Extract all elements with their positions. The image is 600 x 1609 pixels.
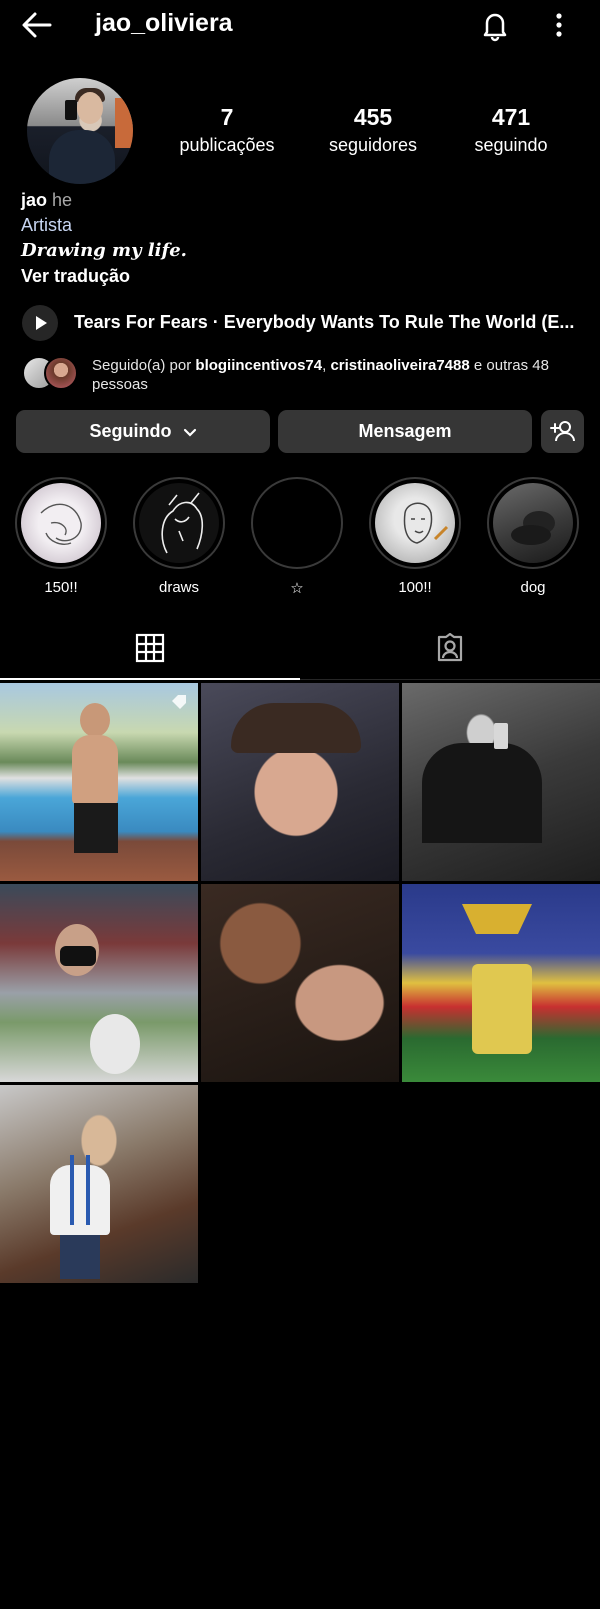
follower-name[interactable]: blogiincentivos74 <box>195 357 322 374</box>
post-thumbnail[interactable] <box>201 884 399 1082</box>
bio-text: Drawing my life. <box>21 240 187 261</box>
post-thumbnail[interactable] <box>0 884 198 1082</box>
tab-tagged[interactable] <box>300 620 600 680</box>
post-thumbnail[interactable] <box>402 884 600 1082</box>
profile-tabs <box>0 620 600 680</box>
stat-following-label: seguindo <box>474 135 548 155</box>
highlight-cover <box>257 483 337 563</box>
highlight-item[interactable]: draws <box>132 477 226 596</box>
stat-following-count: 471 <box>491 104 531 130</box>
add-person-button[interactable] <box>541 410 584 453</box>
top-bar: jao_oliviera <box>0 0 600 50</box>
post-thumbnail[interactable] <box>201 683 399 881</box>
play-icon[interactable] <box>22 305 58 341</box>
highlight-label: 150!! <box>44 579 78 596</box>
highlight-cover <box>375 483 455 563</box>
following-button[interactable]: Seguindo <box>16 410 270 453</box>
highlight-label: ☆ <box>290 580 304 597</box>
profile-username: jao_oliviera <box>95 9 233 37</box>
highlight-item[interactable]: 100!! <box>368 477 462 596</box>
follower-avatar <box>44 356 78 390</box>
post-thumbnail[interactable] <box>402 683 600 881</box>
post-thumbnail[interactable] <box>0 1085 198 1283</box>
highlight-cover <box>493 483 573 563</box>
highlight-item[interactable]: ☆ <box>250 477 344 597</box>
tab-posts-grid[interactable] <box>0 620 300 680</box>
bio-name: jao <box>21 190 48 210</box>
post-thumbnail[interactable] <box>0 683 198 881</box>
profile-avatar[interactable] <box>27 78 133 184</box>
highlight-cover <box>21 483 101 563</box>
tagged-person-icon <box>437 633 463 662</box>
bio-name-line: jao he <box>21 190 72 211</box>
message-button-label: Mensagem <box>358 421 452 441</box>
stat-posts-count: 7 <box>220 104 234 130</box>
highlight-cover <box>139 483 219 563</box>
stat-followers-count: 455 <box>353 104 393 130</box>
more-options-icon[interactable] <box>544 10 574 40</box>
stat-followers-label: seguidores <box>328 135 418 155</box>
stat-following[interactable]: 471 seguindo <box>456 104 566 156</box>
music-title: Tears For Fears · Everybody Wants To Rul… <box>74 312 575 332</box>
highlight-label: 100!! <box>398 579 432 596</box>
add-person-icon <box>549 421 575 442</box>
bio-category: Artista <box>21 215 73 235</box>
stat-posts-label: publicações <box>179 135 275 155</box>
see-translation-link[interactable]: Ver tradução <box>21 266 130 287</box>
multiple-photos-icon <box>172 695 186 709</box>
message-button[interactable]: Mensagem <box>278 410 532 453</box>
highlight-label: draws <box>158 579 199 596</box>
follower-name[interactable]: cristinaoliveira7488 <box>330 357 469 374</box>
chevron-down-icon <box>183 411 197 454</box>
highlight-label: dog <box>520 579 546 596</box>
back-arrow-icon[interactable] <box>20 10 54 40</box>
followed-by-text: Seguido(a) por blogiincentivos74, cristi… <box>92 357 549 393</box>
stat-posts[interactable]: 7 publicações <box>172 104 282 156</box>
followed-by[interactable]: Seguido(a) por blogiincentivos74, cristi… <box>22 356 582 396</box>
stat-followers[interactable]: 455 seguidores <box>318 104 428 156</box>
following-button-label: Seguindo <box>89 421 172 441</box>
bell-icon[interactable] <box>478 8 512 42</box>
highlight-item[interactable]: dog <box>486 477 580 596</box>
highlight-item[interactable]: 150!! <box>14 477 108 596</box>
bio-pronouns: he <box>52 190 73 210</box>
grid-icon <box>135 633 165 663</box>
profile-music[interactable]: Tears For Fears · Everybody Wants To Rul… <box>22 305 582 341</box>
